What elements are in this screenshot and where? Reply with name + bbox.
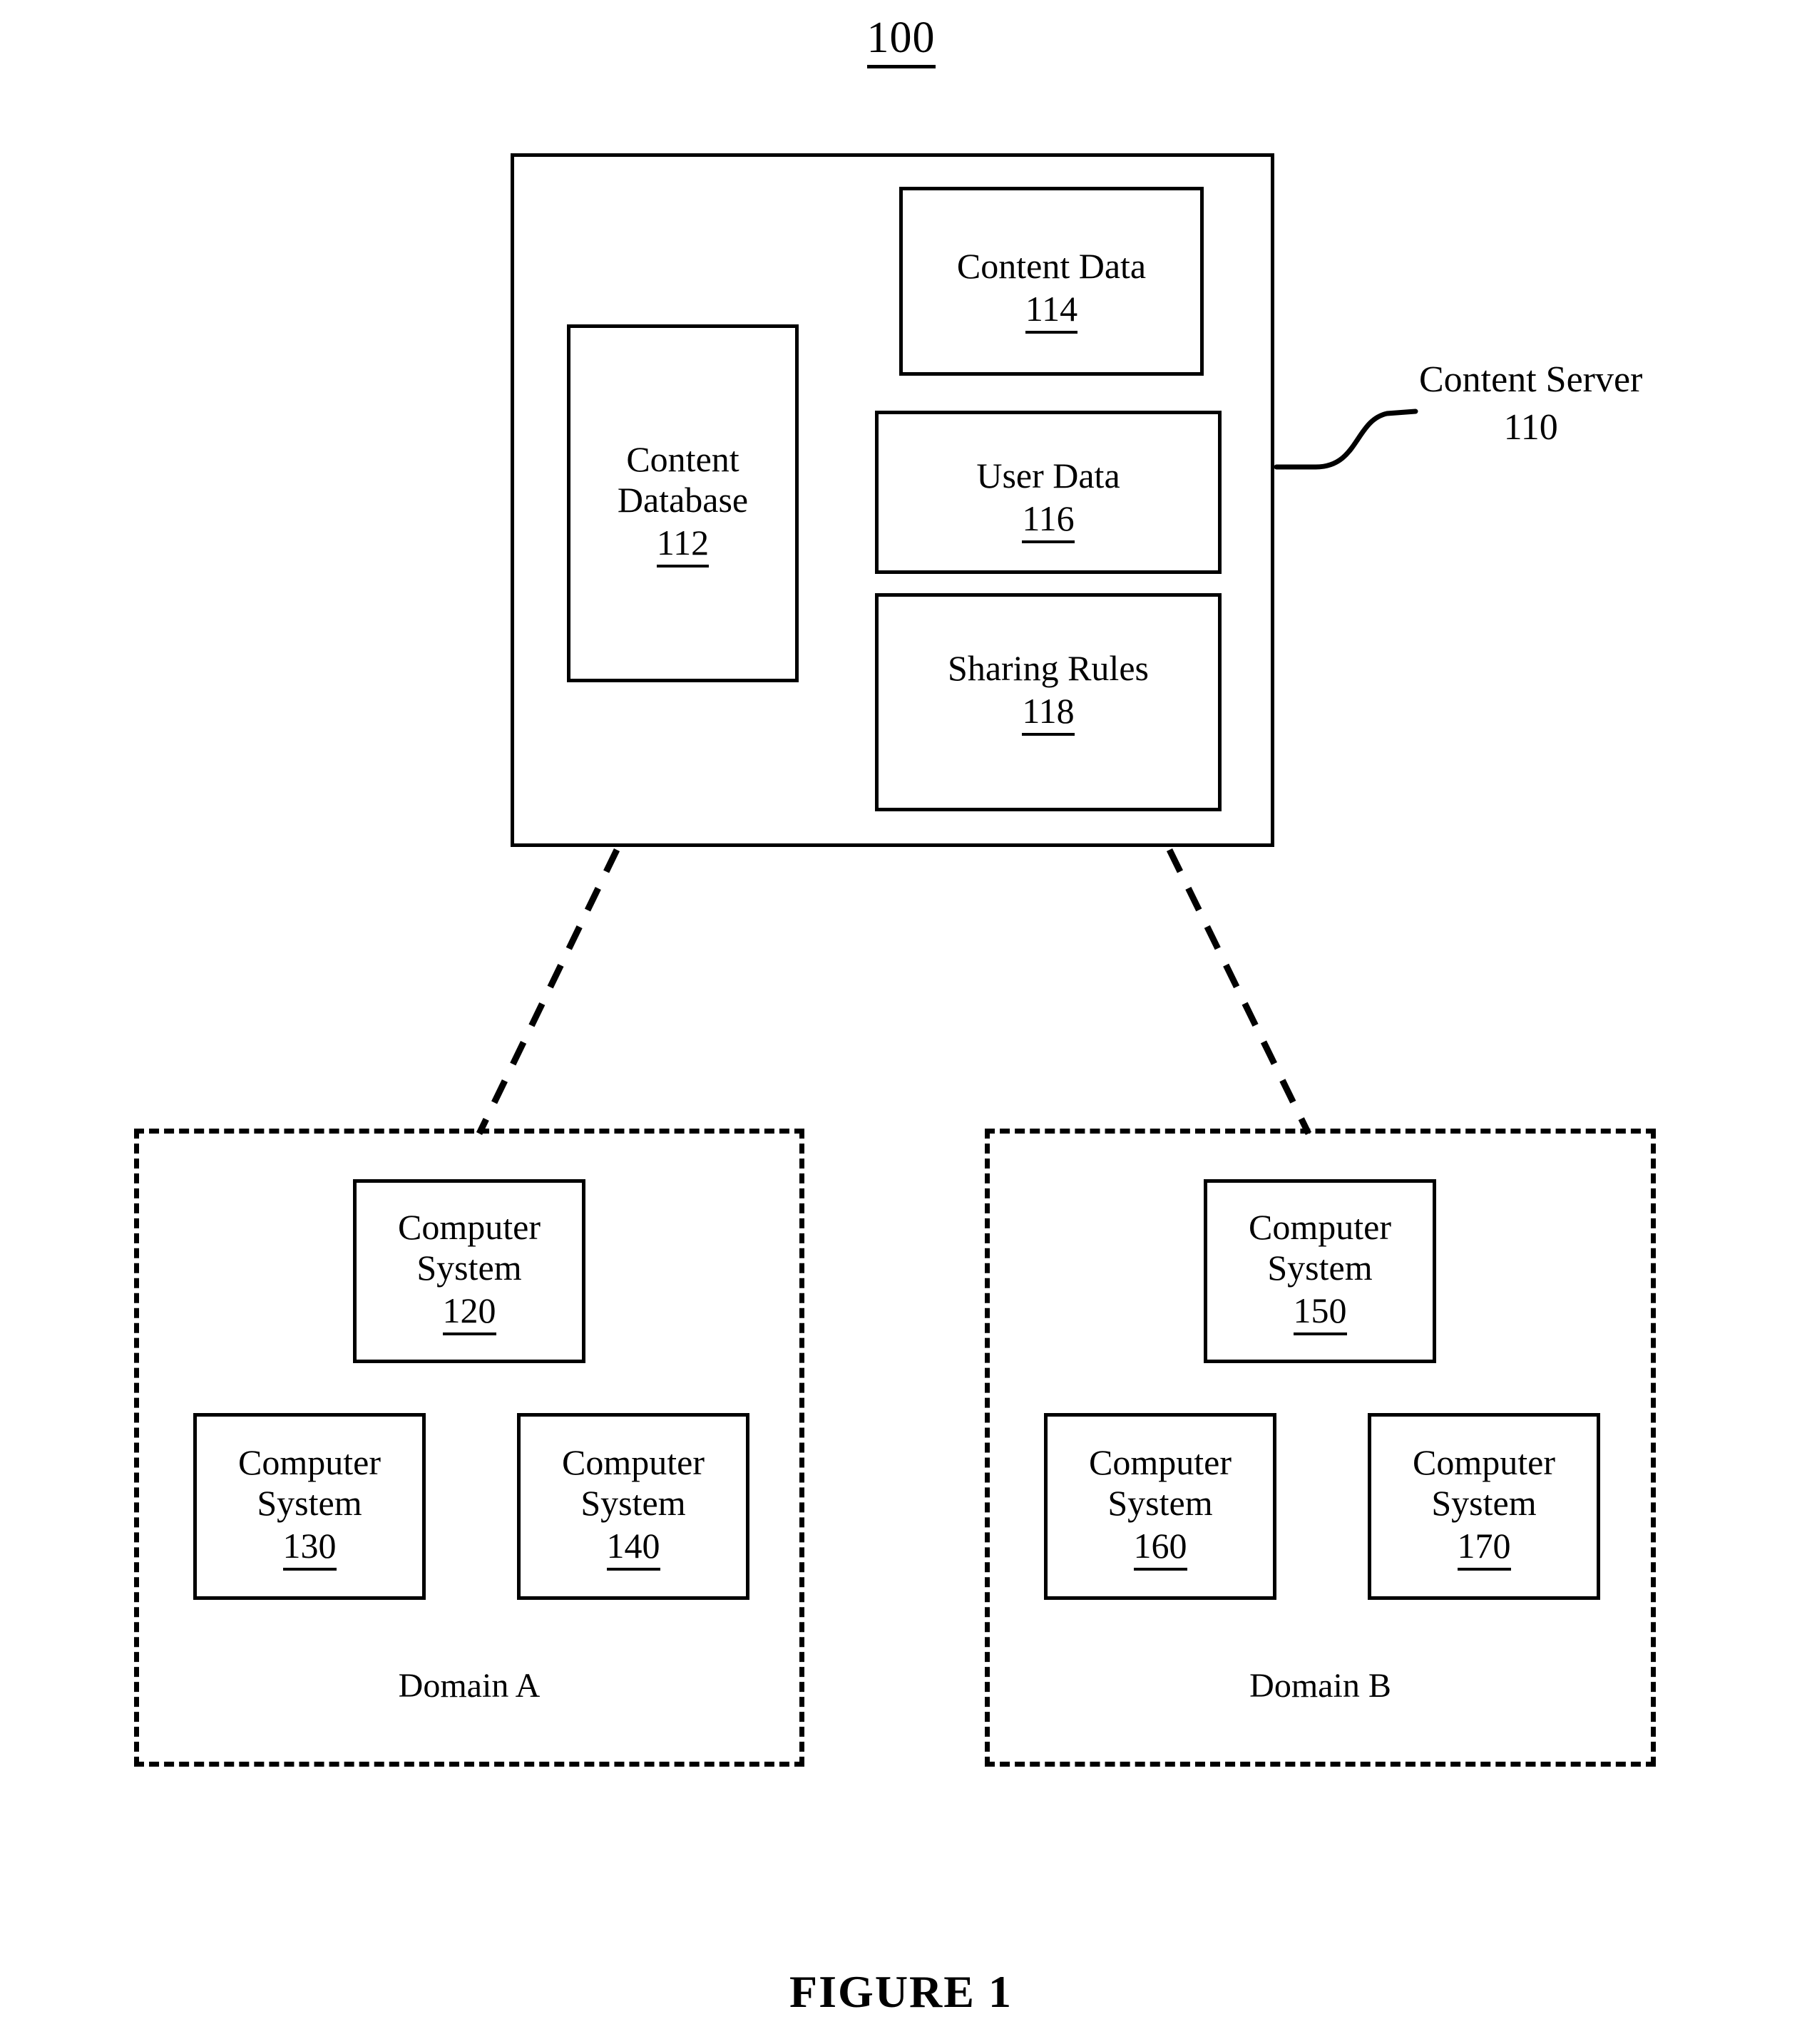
- domain-b-label: Domain B: [1249, 1667, 1391, 1705]
- computer-system-130-label: Computer: [238, 1442, 381, 1482]
- content-server-box[interactable]: Content Database 112 Content Data 114 Us…: [511, 153, 1274, 847]
- domain-b-container[interactable]: Computer System 150 Computer System 160 …: [985, 1129, 1656, 1767]
- computer-system-170-label-line2: System: [1431, 1483, 1537, 1524]
- computer-system-130-number: 130: [282, 1526, 337, 1571]
- computer-system-120-label-line2: System: [416, 1248, 522, 1288]
- computer-system-140-box[interactable]: Computer System 140: [517, 1413, 749, 1600]
- computer-system-120-box[interactable]: Computer System 120: [353, 1179, 585, 1363]
- content-server-leader-label: Content Server 110: [1419, 356, 1642, 451]
- computer-system-160-label: Computer: [1089, 1442, 1232, 1482]
- figure-number-text: 100: [866, 14, 936, 68]
- user-data-number: 116: [1022, 498, 1075, 543]
- content-database-label: Content: [626, 438, 739, 479]
- computer-system-150-box[interactable]: Computer System 150: [1204, 1179, 1436, 1363]
- patent-figure-1: 100 Content Database 112 Content Data 11…: [0, 0, 1802, 2044]
- link-server-domain-a: [476, 848, 620, 1135]
- computer-system-140-label: Computer: [562, 1442, 705, 1482]
- figure-number: 100: [0, 14, 1802, 68]
- figure-caption: FIGURE 1: [789, 1966, 1013, 2017]
- link-server-domain-b: [1166, 848, 1312, 1135]
- computer-system-170-box[interactable]: Computer System 170: [1368, 1413, 1600, 1600]
- content-server-label-text: Content Server: [1419, 359, 1643, 400]
- computer-system-150-number: 150: [1293, 1290, 1347, 1336]
- domain-a-label: Domain A: [398, 1667, 541, 1705]
- computer-system-160-box[interactable]: Computer System 160: [1044, 1413, 1276, 1600]
- computer-system-170-label: Computer: [1413, 1442, 1555, 1482]
- content-database-number: 112: [656, 523, 710, 568]
- domain-a-container[interactable]: Computer System 120 Computer System 130 …: [134, 1129, 804, 1767]
- computer-system-130-label-line2: System: [257, 1483, 362, 1524]
- computer-system-140-number: 140: [606, 1526, 660, 1571]
- computer-system-170-number: 170: [1457, 1526, 1511, 1571]
- content-server-leader-line: [1274, 409, 1418, 470]
- user-data-box[interactable]: User Data 116: [875, 411, 1222, 574]
- content-data-label: Content Data: [956, 246, 1147, 286]
- computer-system-150-label-line2: System: [1267, 1248, 1373, 1288]
- computer-system-150-label: Computer: [1249, 1206, 1391, 1247]
- computer-system-160-label-line2: System: [1107, 1483, 1213, 1524]
- computer-system-140-label-line2: System: [580, 1483, 686, 1524]
- sharing-rules-label: Sharing Rules: [948, 648, 1149, 688]
- content-server-label-number: 110: [1503, 406, 1558, 448]
- computer-system-120-number: 120: [442, 1290, 496, 1336]
- content-data-number: 114: [1025, 289, 1078, 334]
- content-database-box[interactable]: Content Database 112: [567, 324, 799, 682]
- content-database-label-line2: Database: [617, 480, 749, 520]
- sharing-rules-box[interactable]: Sharing Rules 118: [875, 593, 1222, 811]
- sharing-rules-number: 118: [1022, 691, 1075, 736]
- computer-system-160-number: 160: [1133, 1526, 1187, 1571]
- computer-system-120-label: Computer: [398, 1206, 541, 1247]
- computer-system-130-box[interactable]: Computer System 130: [193, 1413, 426, 1600]
- content-data-box[interactable]: Content Data 114: [899, 187, 1204, 376]
- user-data-label: User Data: [976, 456, 1120, 495]
